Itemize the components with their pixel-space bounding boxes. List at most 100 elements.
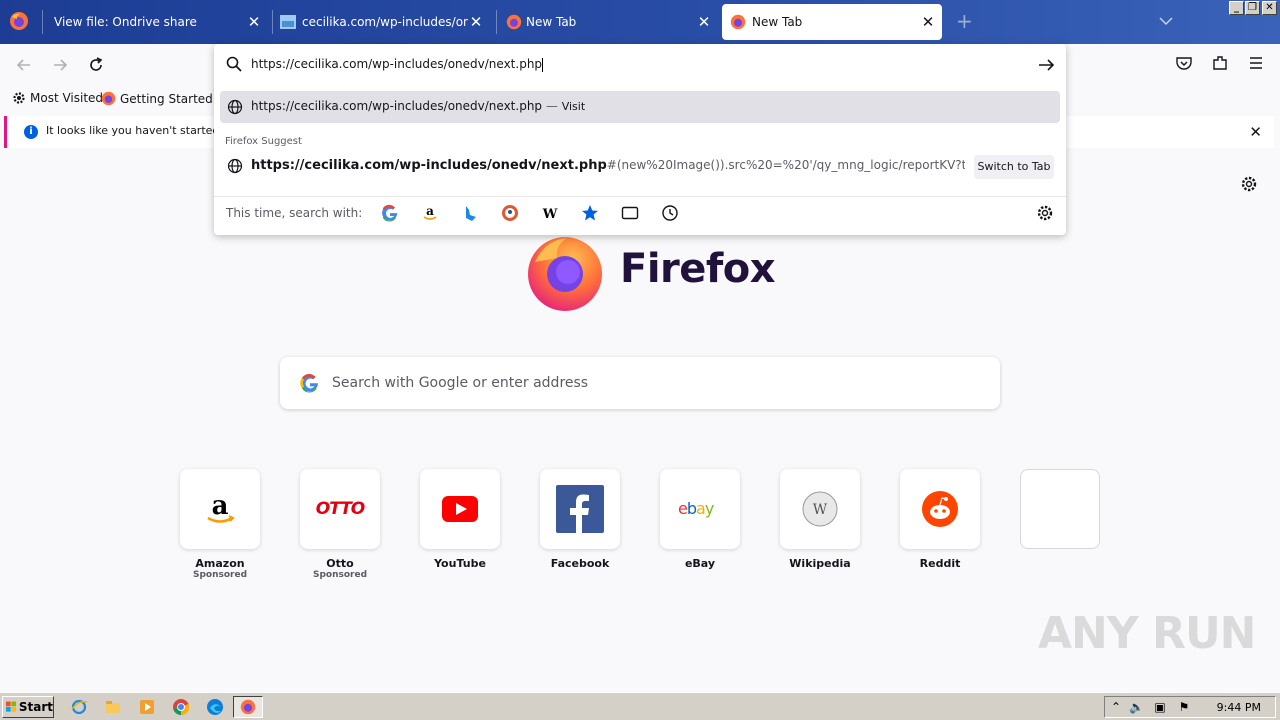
start-label: Start [18,700,53,714]
tile-icon-box [420,469,500,549]
result-url: https://cecilika.com/wp-includes/onedv/n… [251,99,543,113]
url-input[interactable]: https://cecilika.com/wp-includes/onedv/n… [251,57,544,72]
close-icon[interactable]: ✕ [696,14,712,30]
otto-logo: OTTO [315,499,365,519]
extensions-icon[interactable] [1211,54,1229,72]
close-icon[interactable]: ✕ [1249,123,1262,141]
hamburger-menu-icon[interactable] [1247,54,1265,72]
taskbar-firefox-active[interactable] [233,696,263,718]
back-arrow-icon[interactable] [15,56,33,74]
search-input[interactable] [332,369,972,397]
internet-explorer-icon[interactable] [70,698,88,716]
duckduckgo-icon[interactable] [501,204,519,222]
firefox-icon[interactable] [9,11,29,31]
svg-text:W: W [542,207,558,222]
firefox-icon [730,14,746,30]
globe-icon [227,99,243,115]
facebook-icon [556,485,604,533]
minimize-button[interactable]: _ [1229,1,1244,15]
top-site-facebook[interactable]: Facebook [540,469,620,570]
bookmark-label: Most Visited [30,91,104,105]
flag-icon[interactable]: ⚑ [1177,700,1191,714]
tab-cecilika[interactable]: cecilika.com/wp-includes/onedv/ne ✕ [276,4,490,40]
top-site-otto[interactable]: OTTO Otto Sponsored [300,469,380,580]
urlbar-input-row[interactable]: https://cecilika.com/wp-includes/onedv/n… [214,44,1066,86]
bookmarks-star-icon[interactable] [581,204,599,222]
firefox-icon [101,91,116,106]
tile-label: Reddit [919,557,961,570]
tab-new-tab[interactable]: New Tab ✕ [500,4,718,40]
clock: 9:44 PM [1216,701,1261,714]
file-explorer-icon[interactable] [104,698,122,716]
watermark: ANY RUN [1038,608,1256,659]
tab-title: cecilika.com/wp-includes/onedv/ne [302,15,468,29]
close-icon[interactable]: ✕ [920,14,936,30]
reload-icon[interactable] [87,56,105,74]
tab-strip: View file: Ondrive share ✕ cecilika.com/… [0,0,1280,44]
bookmark-most-visited[interactable]: Most Visited [12,91,103,105]
go-arrow-icon[interactable] [1037,56,1055,74]
google-icon[interactable] [381,204,399,222]
windows-logo-icon [6,701,17,712]
bookmark-getting-started[interactable]: Getting Started [101,91,213,106]
new-tab-plus-icon[interactable]: + [956,11,974,31]
amazon-icon[interactable]: a [421,204,439,222]
wikipedia-icon[interactable]: W [541,204,559,222]
bing-icon[interactable] [461,204,479,222]
bookmark-label: Getting Started [120,91,213,106]
sponsored-label: Sponsored [312,570,368,580]
volume-icon[interactable]: 🔈 [1129,700,1144,714]
firefox-logo [528,237,602,311]
gear-icon [13,92,25,104]
pocket-icon[interactable] [1175,54,1193,72]
forward-arrow-icon[interactable] [51,56,69,74]
tab-view-file[interactable]: View file: Ondrive share ✕ [46,4,268,40]
switch-to-tab-button[interactable]: Switch to Tab [974,155,1054,179]
chevron-down-icon[interactable] [1158,14,1174,28]
restore-button[interactable]: ❐ [1245,1,1260,15]
search-with-label: This time, search with: [226,206,363,220]
tile-icon-box: ebay [660,469,740,549]
history-clock-icon[interactable] [661,204,679,222]
tile-icon-box: OTTO [300,469,380,549]
chrome-icon[interactable] [172,698,190,716]
close-window-button[interactable]: ✕ [1262,1,1277,15]
edge-icon[interactable] [206,698,224,716]
top-site-amazon[interactable]: a Amazon Sponsored [180,469,260,580]
suggest-header: Firefox Suggest [225,136,302,147]
page-thumbnail-icon [280,15,296,29]
tile-label: YouTube [434,557,486,570]
tabs-icon[interactable] [621,204,639,222]
page-search-box[interactable] [280,357,1000,409]
svg-text:W: W [813,502,828,518]
gear-icon[interactable] [1240,175,1258,193]
search-icon [226,56,242,72]
close-icon[interactable]: ✕ [246,14,262,30]
network-icon[interactable]: ▣ [1153,700,1167,714]
firefox-icon [506,14,522,30]
top-site-wikipedia[interactable]: W Wikipedia [780,469,860,570]
top-site-ebay[interactable]: ebay eBay [660,469,740,570]
tray-expand-icon[interactable]: ⌃ [1109,700,1123,714]
suggest-url-bold: https://cecilika.com/wp-includes/onedv/n… [251,158,607,173]
result-row-suggest[interactable]: https://cecilika.com/wp-includes/onedv/n… [220,151,1060,181]
tile-label: Otto [326,557,354,570]
start-button[interactable]: Start [2,696,54,718]
tab-new-tab-active[interactable]: New Tab ✕ [722,4,942,40]
url-input-value: https://cecilika.com/wp-includes/onedv/n… [251,57,543,71]
close-icon[interactable]: ✕ [468,14,484,30]
tile-label: Facebook [550,557,610,570]
tab-title: View file: Ondrive share [54,15,197,29]
svg-text:a: a [426,204,434,218]
result-row-visit[interactable]: https://cecilika.com/wp-includes/onedv/n… [220,91,1060,123]
amazon-icon: a [207,491,235,523]
info-icon: i [24,125,38,139]
urlbar-panel: https://cecilika.com/wp-includes/onedv/n… [214,44,1066,235]
top-site-reddit[interactable]: Reddit [900,469,980,570]
media-player-icon[interactable] [138,698,156,716]
gear-icon[interactable] [1036,204,1054,222]
top-site-youtube[interactable]: YouTube [420,469,500,570]
tile-icon-box [900,469,980,549]
svg-text:ebay: ebay [678,499,714,518]
top-site-empty[interactable] [1020,469,1100,549]
